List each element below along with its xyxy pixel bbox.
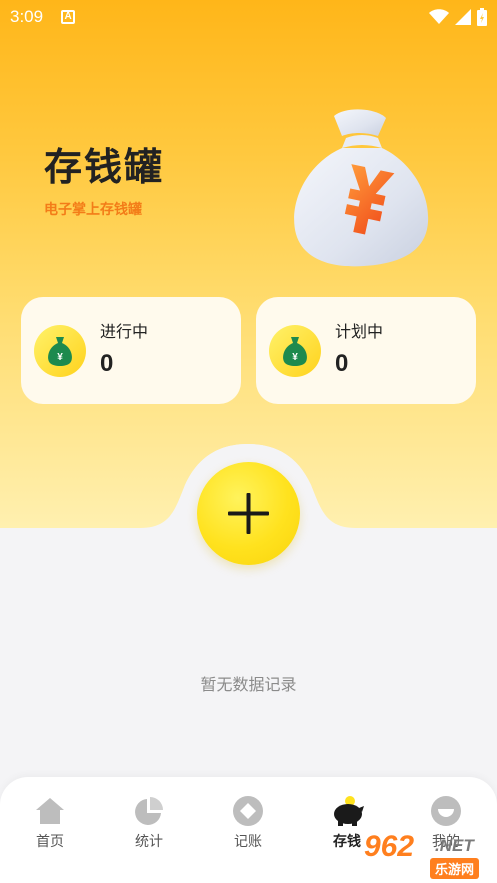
empty-state-text: 暂无数据记录 <box>200 675 297 694</box>
page-title: 存钱罐 <box>44 145 165 189</box>
wifi-icon <box>429 9 449 24</box>
card-value: 0 <box>100 350 114 377</box>
svg-text:¥: ¥ <box>57 352 63 363</box>
watermark-text: 乐游网 <box>430 858 480 879</box>
watermark-domain: .NET <box>435 836 474 855</box>
nav-label: 首页 <box>36 834 64 850</box>
a-icon: A <box>61 10 76 24</box>
diamond-icon <box>232 795 264 827</box>
nav-label: 统计 <box>135 834 163 850</box>
nav-label: 记账 <box>234 834 262 850</box>
card-label: 进行中 <box>100 322 149 341</box>
status-bar: 3:09 A <box>0 0 497 34</box>
add-button[interactable] <box>197 462 300 565</box>
nav-item-stats[interactable]: 统计 <box>119 795 179 851</box>
plus-icon <box>228 493 269 534</box>
page-subtitle: 电子掌上存钱罐 <box>44 202 142 218</box>
signal-icon <box>455 9 471 25</box>
in-progress-card[interactable]: ¥ 进行中 0 <box>21 297 241 404</box>
status-icons <box>429 8 487 26</box>
money-bag-icon: ¥ <box>34 325 86 377</box>
piggy-bank-icon <box>331 795 364 827</box>
profile-icon <box>430 795 462 827</box>
nav-item-bookkeeping[interactable]: 记账 <box>218 795 278 851</box>
planned-card[interactable]: ¥ 计划中 0 <box>256 297 476 404</box>
svg-text:¥: ¥ <box>292 352 298 363</box>
pie-chart-icon <box>133 795 165 827</box>
home-icon <box>34 795 66 827</box>
battery-icon <box>477 8 487 26</box>
status-time: 3:09 <box>10 7 44 26</box>
money-bag-illustration <box>294 109 429 267</box>
card-label: 计划中 <box>335 322 384 341</box>
nav-item-home[interactable]: 首页 <box>20 795 80 851</box>
watermark-brand: 962 <box>364 830 415 863</box>
card-value: 0 <box>335 350 349 377</box>
watermark-logo: 962 .NET 乐游网 <box>360 828 497 883</box>
money-bag-icon: ¥ <box>269 325 321 377</box>
